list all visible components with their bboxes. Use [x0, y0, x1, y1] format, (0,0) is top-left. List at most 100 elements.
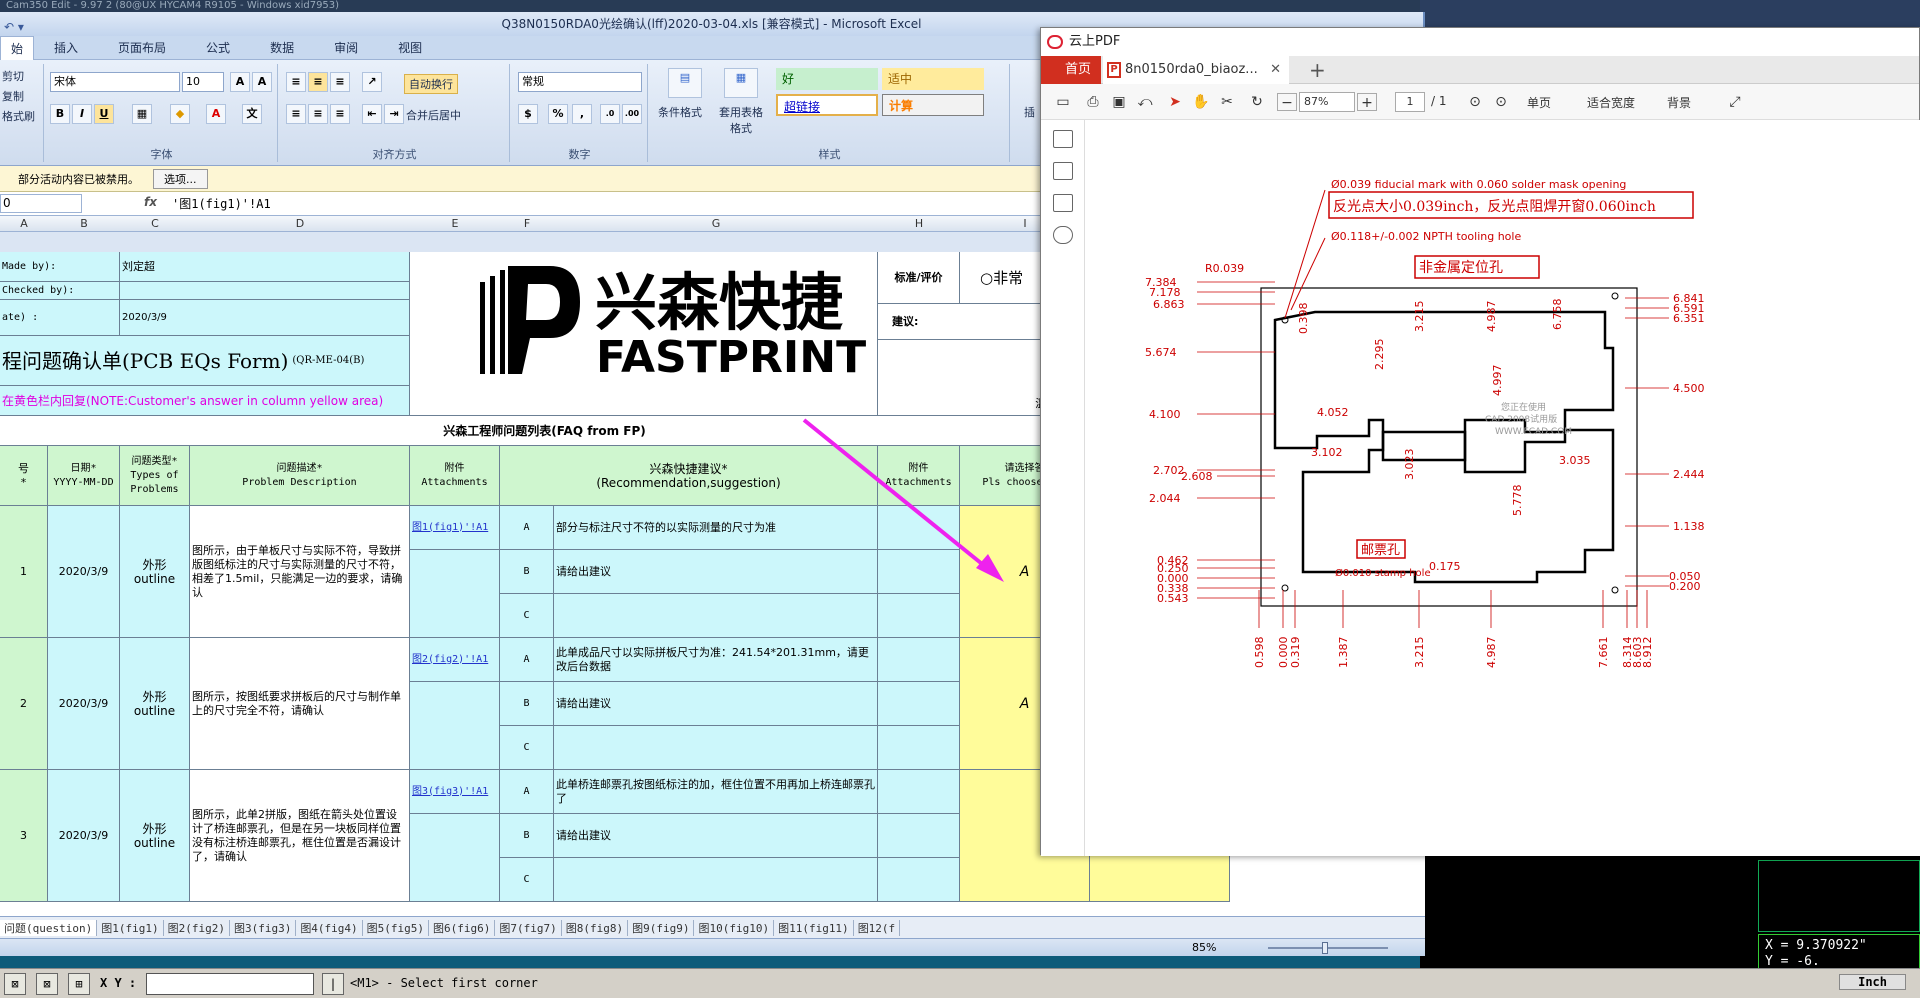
tab-review[interactable]: 审阅 — [314, 39, 378, 56]
annotate-icon[interactable] — [1053, 162, 1073, 180]
sheet-tab-fig[interactable]: 图8(fig8) — [562, 919, 629, 936]
option-text[interactable]: 请给出建议 — [554, 550, 878, 594]
hand-icon[interactable]: ✋ — [1191, 93, 1211, 111]
col-a[interactable]: A — [0, 217, 48, 230]
conditional-format-icon[interactable]: ▤ — [668, 68, 702, 98]
col-h[interactable]: H — [878, 217, 960, 230]
align-right-icon[interactable]: ≡ — [330, 104, 350, 124]
cad-zoom-icon[interactable]: ⊠ — [36, 973, 58, 995]
search-icon[interactable] — [1053, 226, 1073, 244]
date-value[interactable]: 2020/3/9 — [120, 300, 410, 336]
sheet-tab-fig[interactable]: 图2(fig2) — [164, 919, 230, 936]
cad-cmd-icon[interactable]: | — [322, 973, 344, 995]
bold-icon[interactable]: B — [50, 104, 70, 124]
name-box[interactable]: 0 — [0, 194, 82, 213]
orientation-icon[interactable]: ↗ — [362, 72, 382, 92]
fill-color-icon[interactable]: ◆ — [170, 104, 190, 124]
tab-view[interactable]: 视图 — [378, 39, 442, 56]
option-attachment[interactable] — [878, 506, 960, 550]
sheet-tab-fig[interactable]: 图10(fig10) — [694, 919, 775, 936]
col-g[interactable]: G — [554, 217, 878, 230]
attachment-link[interactable]: 图1(fig1)'!A1 — [410, 506, 500, 550]
save-icon[interactable]: ▣ — [1109, 93, 1129, 111]
select-arrow-icon[interactable]: ➤ — [1165, 93, 1185, 111]
sheet-tab-fig[interactable]: 图1(fig1) — [97, 919, 164, 936]
single-page-button[interactable]: 单页 — [1527, 94, 1551, 111]
option-text[interactable]: 此单成品尺寸以实际拼板尺寸为准：241.54*201.31mm，请更改后台数据 — [554, 638, 878, 682]
align-bottom-icon[interactable]: ≡ — [330, 72, 350, 92]
fit-width-button[interactable]: 适合宽度 — [1587, 94, 1635, 111]
attachment-empty[interactable] — [410, 550, 500, 638]
grow-font-icon[interactable]: A — [230, 72, 250, 92]
option-attachment[interactable] — [878, 682, 960, 726]
open-icon[interactable]: ▭ — [1053, 93, 1073, 111]
underline-icon[interactable]: U — [94, 104, 114, 124]
attachment-empty[interactable] — [410, 682, 500, 770]
insert-cells-button[interactable]: 插 — [1024, 104, 1035, 120]
rotate-icon[interactable]: ↻ — [1247, 93, 1267, 111]
tab-formulas[interactable]: 公式 — [186, 39, 250, 56]
table-format-icon[interactable]: ▦ — [724, 68, 758, 98]
option-text[interactable]: 此单桥连邮票孔按图纸标注的加，框住位置不用再加上桥连邮票孔了 — [554, 770, 878, 814]
col-b[interactable]: B — [48, 217, 120, 230]
attachment-link[interactable]: 图3(fig3)'!A1 — [410, 770, 500, 814]
cut-button[interactable]: 剪切 — [2, 68, 24, 84]
cad-select-icon[interactable]: ⊠ — [4, 973, 26, 995]
align-top-icon[interactable]: ≡ — [286, 72, 306, 92]
option-text[interactable] — [554, 858, 878, 902]
font-name-box[interactable]: 宋体 — [50, 72, 180, 92]
font-size-box[interactable]: 10 — [182, 72, 224, 92]
col-e[interactable]: E — [410, 217, 500, 230]
fx-icon[interactable]: fx — [144, 195, 157, 209]
pdf-home-tab[interactable]: 首页 — [1041, 56, 1101, 84]
tab-insert[interactable]: 插入 — [34, 39, 98, 56]
option-text[interactable]: 部分与标注尺寸不符的以实际测量的尺寸为准 — [554, 506, 878, 550]
sheet-tab-fig[interactable]: 图9(fig9) — [628, 919, 695, 936]
font-color-icon[interactable]: A — [206, 104, 226, 124]
merge-center-button[interactable]: 合并后居中 — [406, 107, 461, 123]
formula-input[interactable]: '图1(fig1)'!A1 — [172, 195, 271, 212]
option-attachment[interactable] — [878, 858, 960, 902]
tab-page-layout[interactable]: 页面布局 — [98, 39, 186, 56]
sheet-tab-fig[interactable]: 图7(fig7) — [495, 919, 562, 936]
col-c[interactable]: C — [120, 217, 190, 230]
decrease-decimal-icon[interactable]: .00 — [622, 104, 642, 124]
row-description[interactable]: 图所示，此单2拼版，图纸在箭头处位置设计了桥连邮票孔，但是在另一块板同样位置没有… — [190, 770, 410, 902]
undo-icon[interactable]: ↶ ▾ — [4, 15, 24, 39]
align-left-icon[interactable]: ≡ — [286, 104, 306, 124]
sheet-tab-fig[interactable]: 图12(f — [854, 919, 901, 936]
row-type[interactable]: 外形 outline — [120, 506, 190, 638]
sheet-tab-fig[interactable]: 图6(fig6) — [429, 919, 496, 936]
next-page-icon[interactable]: ⊙ — [1491, 93, 1511, 111]
align-middle-icon[interactable]: ≡ — [308, 72, 328, 92]
pages-icon[interactable] — [1053, 194, 1073, 212]
phonetic-icon[interactable]: 文 — [242, 104, 262, 124]
close-tab-icon[interactable]: ✕ — [1270, 56, 1281, 84]
zoom-slider-handle[interactable] — [1322, 942, 1328, 954]
italic-icon[interactable]: I — [72, 104, 92, 124]
style-calculation[interactable]: 计算 — [882, 94, 984, 116]
row-date[interactable]: 2020/3/9 — [48, 506, 120, 638]
col-d[interactable]: D — [190, 217, 410, 230]
option-text[interactable] — [554, 726, 878, 770]
tab-home[interactable]: 始 — [0, 35, 35, 60]
sheet-tab-fig[interactable]: 图3(fig3) — [230, 919, 297, 936]
row-date[interactable]: 2020/3/9 — [48, 770, 120, 902]
row-description[interactable]: 图所示，由于单板尺寸与实际不符，导致拼版图纸标注的尺寸与实际测量的尺寸不符，相差… — [190, 506, 410, 638]
undo-icon[interactable]: ⤺ — [1135, 93, 1155, 111]
format-painter-button[interactable]: 格式刷 — [2, 108, 35, 124]
made-by-value[interactable]: 刘定超 — [120, 252, 410, 282]
bookmark-icon[interactable] — [1053, 130, 1073, 148]
style-neutral[interactable]: 适中 — [882, 68, 984, 90]
attachment-empty[interactable] — [410, 814, 500, 902]
scissors-icon[interactable]: ✂ — [1217, 93, 1237, 111]
option-text[interactable]: 请给出建议 — [554, 814, 878, 858]
option-attachment[interactable] — [878, 770, 960, 814]
option-attachment[interactable] — [878, 550, 960, 594]
zoom-out-icon[interactable]: − — [1277, 93, 1297, 111]
page-number-input[interactable]: 1 — [1395, 92, 1425, 112]
option-attachment[interactable] — [878, 638, 960, 682]
option-text[interactable] — [554, 594, 878, 638]
option-attachment[interactable] — [878, 726, 960, 770]
zoom-in-icon[interactable]: + — [1357, 93, 1377, 111]
